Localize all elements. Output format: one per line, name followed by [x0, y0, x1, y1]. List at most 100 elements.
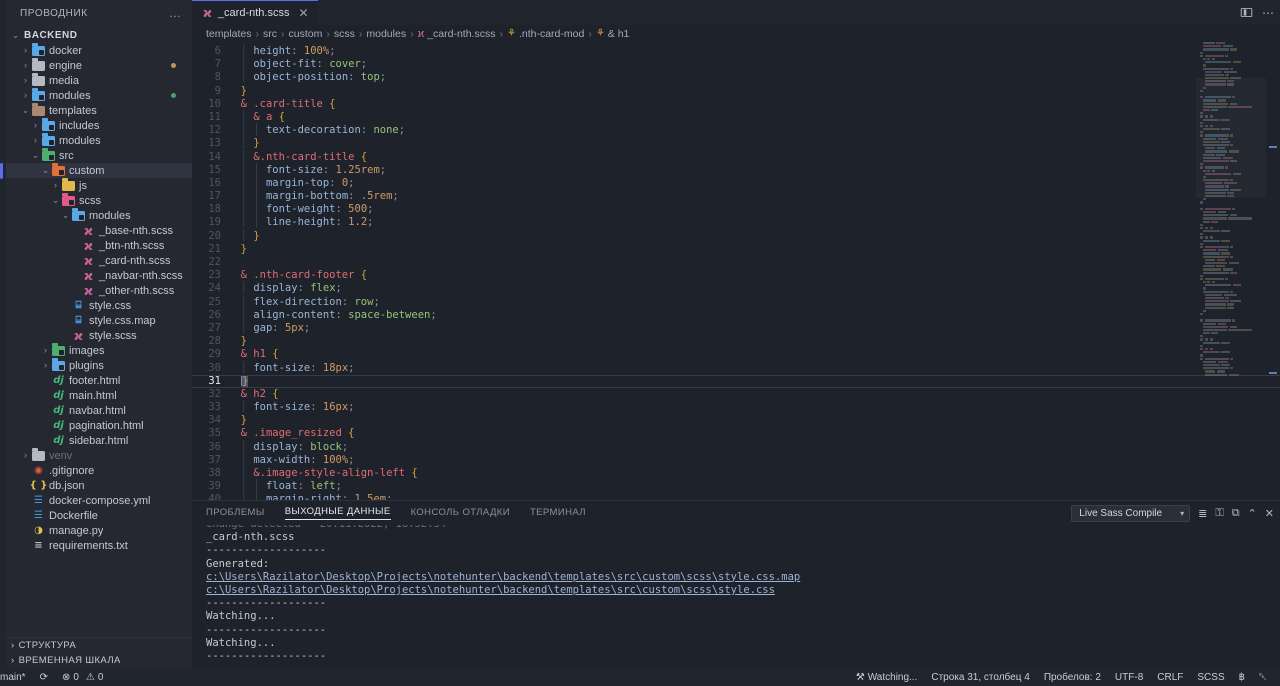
sidebar-section-timeline[interactable]: › ВРЕМЕННАЯ ШКАЛА — [6, 653, 192, 668]
tree-item-pagination-html[interactable]: dj pagination.html — [6, 418, 192, 433]
code-line[interactable]: │ │ text-decoration: none; — [228, 124, 1280, 137]
tree-item-media[interactable]: › media — [6, 73, 192, 88]
tree-item-footer-html[interactable]: dj footer.html — [6, 373, 192, 388]
tree-item-modules[interactable]: › modules — [6, 88, 192, 103]
code-line[interactable]: │ } — [228, 230, 1280, 243]
output-content[interactable]: Change detected - 20.11.2022, 18:52:54_c… — [192, 525, 1280, 668]
code-line[interactable]: & h2 { — [228, 388, 1280, 401]
code-line[interactable]: } — [228, 335, 1280, 348]
code-line[interactable]: │ gap: 5px; — [228, 322, 1280, 335]
status-language-mode[interactable]: SCSS — [1190, 668, 1231, 686]
code-line[interactable]: │ │ font-weight: 500; — [228, 203, 1280, 216]
explorer-more-icon[interactable]: … — [169, 6, 182, 20]
more-actions-icon[interactable]: ⋯ — [1262, 6, 1274, 20]
lock-scroll-icon[interactable]: ⚿ — [1215, 507, 1223, 520]
tree-item-manage-py[interactable]: ◑ manage.py — [6, 523, 192, 538]
code-line[interactable]: & .image_resized { — [228, 427, 1280, 440]
status-cursor-position[interactable]: Строка 31, столбец 4 — [924, 668, 1036, 686]
tree-item--btn-nth-scss[interactable]: ϰ _btn-nth.scss — [6, 238, 192, 253]
tree-item--card-nth-scss[interactable]: ϰ _card-nth.scss — [6, 253, 192, 268]
code-line[interactable]: │ align-content: space-between; — [228, 309, 1280, 322]
panel-tab-terminal[interactable]: ТЕРМИНАЛ — [530, 507, 586, 520]
tree-item-requirements-txt[interactable]: ≡ requirements.txt — [6, 538, 192, 553]
tree-item-modules[interactable]: › modules — [6, 133, 192, 148]
code-line[interactable]: } — [228, 243, 1280, 256]
status-branch[interactable]: main* — [0, 668, 33, 686]
code-line[interactable]: │ │ margin-right: 1.5em; — [228, 493, 1280, 500]
code-line[interactable]: │ height: 100%; — [228, 45, 1280, 58]
minimap[interactable] — [1196, 42, 1266, 500]
code-line[interactable]: │ │ margin-bottom: .5rem; — [228, 190, 1280, 203]
editor-scrollbar[interactable] — [1268, 42, 1278, 500]
code-line[interactable]: │ display: flex; — [228, 282, 1280, 295]
breadcrumb-item-scss[interactable]: scss — [334, 28, 355, 40]
tree-item--other-nth-scss[interactable]: ϰ _other-nth.scss — [6, 283, 192, 298]
code-line[interactable]: │ │ float: left; — [228, 480, 1280, 493]
code-line[interactable]: │ & a { — [228, 111, 1280, 124]
tree-item-templates[interactable]: ⌄ templates — [6, 103, 192, 118]
code-line[interactable]: & h1 { — [228, 348, 1280, 361]
clear-output-icon[interactable]: ≣ — [1198, 507, 1207, 520]
split-editor-icon[interactable] — [1240, 6, 1253, 19]
code-line[interactable]: & .nth-card-footer { — [228, 269, 1280, 282]
tree-item-docker[interactable]: › docker — [6, 43, 192, 58]
tree-item-db-json[interactable]: { } db.json — [6, 478, 192, 493]
code-line[interactable]: │ │ line-height: 1.2; — [228, 216, 1280, 229]
code-line[interactable]: │ &.nth-card-title { — [228, 151, 1280, 164]
breadcrumb-item-templates[interactable]: templates — [206, 28, 252, 40]
tree-item-style-scss[interactable]: ϰ style.scss — [6, 328, 192, 343]
breadcrumb-item-src[interactable]: src — [263, 28, 277, 40]
code-line[interactable]: │ font-size: 16px; — [228, 401, 1280, 414]
code-line[interactable]: │ object-position: top; — [228, 71, 1280, 84]
tree-item-modules[interactable]: ⌄ modules — [6, 208, 192, 223]
status-encoding[interactable]: UTF-8 — [1108, 668, 1150, 686]
code-line[interactable]: │ │ margin-top: 0; — [228, 177, 1280, 190]
breadcrumb-item-custom[interactable]: custom — [289, 28, 323, 40]
status-eol[interactable]: CRLF — [1150, 668, 1190, 686]
code-line[interactable]: & .card-title { — [228, 98, 1280, 111]
tree-item-style-css[interactable]: ⌸ style.css — [6, 298, 192, 313]
code-line[interactable]: │ │ font-size: 1.25rem; — [228, 164, 1280, 177]
tree-item--navbar-nth-scss[interactable]: ϰ _navbar-nth.scss — [6, 268, 192, 283]
status-sync[interactable]: ⟳ — [33, 668, 55, 686]
code-content[interactable]: │ height: 100%; │ object-fit: cover; │ o… — [192, 42, 1280, 500]
collapse-panel-icon[interactable]: ⌃ — [1248, 507, 1257, 520]
status-notifications-icon[interactable]: ␇ — [1252, 668, 1274, 686]
output-link-line[interactable]: c:\Users\Razilator\Desktop\Projects\note… — [206, 571, 1280, 584]
tree-item-src[interactable]: ⌄ src — [6, 148, 192, 163]
tree-item--base-nth-scss[interactable]: ϰ _base-nth.scss — [6, 223, 192, 238]
tree-item-docker-compose-yml[interactable]: ☰ docker-compose.yml — [6, 493, 192, 508]
breadcrumb-item-symbol-h1[interactable]: ⚘ & h1 — [596, 28, 630, 40]
breadcrumb-item-file[interactable]: ϰ _card-nth.scss — [418, 28, 496, 40]
open-new-window-icon[interactable]: ⧉ — [1232, 507, 1240, 520]
code-line[interactable]: } — [228, 85, 1280, 98]
tree-item-navbar-html[interactable]: dj navbar.html — [6, 403, 192, 418]
code-line[interactable]: │ object-fit: cover; — [228, 58, 1280, 71]
tree-item-main-html[interactable]: dj main.html — [6, 388, 192, 403]
status-sass-icon[interactable]: ฿ — [1232, 668, 1252, 686]
code-line[interactable]: │ flex-direction: row; — [228, 296, 1280, 309]
code-line[interactable]: │ font-size: 18px; — [228, 362, 1280, 375]
tree-item-includes[interactable]: › includes — [6, 118, 192, 133]
code-line[interactable] — [228, 256, 1280, 269]
close-icon[interactable]: ✕ — [295, 7, 308, 19]
status-live-sass[interactable]: ⚒ Watching... — [849, 668, 925, 686]
panel-tab-problems[interactable]: ПРОБЛЕМЫ — [206, 507, 265, 520]
code-line[interactable]: │ display: block; — [228, 441, 1280, 454]
code-line[interactable]: │ } — [228, 137, 1280, 150]
tree-item-dockerfile[interactable]: ☰ Dockerfile — [6, 508, 192, 523]
panel-tab-debug-console[interactable]: КОНСОЛЬ ОТЛАДКИ — [411, 507, 510, 520]
code-line[interactable]: } — [228, 414, 1280, 427]
tree-item-venv[interactable]: › venv — [6, 448, 192, 463]
tree-item-style-css-map[interactable]: ⌸ style.css.map — [6, 313, 192, 328]
code-editor[interactable]: 6 7 8 9 10 11 12 13 14 15 16 17 18 19 20 21 22 23 24 25 26 27… — [192, 42, 1280, 500]
breadcrumb-item-symbol-nth-card-mod[interactable]: ⚘ .nth-card-mod — [507, 28, 584, 40]
file-tree[interactable]: ⌄ BACKEND › docker › engine › media › modules ⌄ t… — [6, 26, 192, 637]
panel-tab-output[interactable]: ВЫХОДНЫЕ ДАННЫЕ — [284, 506, 391, 520]
close-panel-icon[interactable]: ✕ — [1265, 507, 1274, 520]
status-problems[interactable]: ⊗ 0 ⚠ 0 — [55, 668, 110, 686]
tree-item-js[interactable]: › js — [6, 178, 192, 193]
tree-root-backend[interactable]: ⌄ BACKEND — [6, 28, 192, 43]
status-indentation[interactable]: Пробелов: 2 — [1037, 668, 1108, 686]
breadcrumb-item-modules[interactable]: modules — [366, 28, 406, 40]
